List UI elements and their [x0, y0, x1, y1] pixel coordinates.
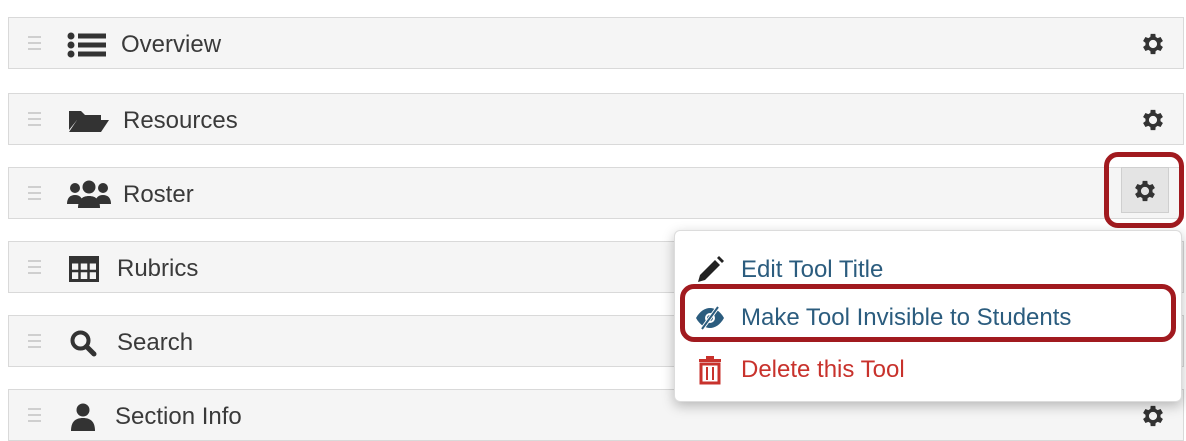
tool-label: Rubrics [117, 255, 199, 282]
tool-label: Overview [121, 31, 222, 58]
search-icon [70, 330, 97, 357]
users-icon [67, 180, 111, 208]
drag-handle-icon[interactable] [28, 408, 41, 422]
pencil-icon [698, 256, 724, 282]
drag-handle-icon[interactable] [28, 334, 41, 348]
tool-row-resources[interactable]: Resources [8, 93, 1184, 145]
tool-label: Resources [123, 107, 238, 134]
menu-item-label: Delete this Tool [741, 356, 905, 383]
roster-gear-button[interactable] [1121, 167, 1169, 213]
tool-row-overview[interactable]: Overview [8, 17, 1184, 69]
roster-gear-highlight [1104, 152, 1184, 228]
make-invisible-highlight [680, 284, 1176, 342]
drag-handle-icon[interactable] [28, 186, 41, 200]
gear-icon[interactable] [1139, 106, 1167, 134]
gear-icon[interactable] [1139, 30, 1167, 58]
tool-label: Search [117, 329, 194, 356]
gear-icon[interactable] [1131, 177, 1159, 205]
menu-item-delete-tool[interactable]: Delete this Tool [689, 349, 1169, 389]
drag-handle-icon[interactable] [28, 36, 41, 50]
drag-handle-icon[interactable] [28, 260, 41, 274]
tool-label: Roster [123, 181, 194, 208]
menu-item-label: Edit Tool Title [741, 256, 884, 283]
drag-handle-icon[interactable] [28, 112, 41, 126]
folder-open-icon [69, 111, 109, 132]
trash-icon [699, 356, 721, 385]
table-icon [69, 256, 99, 282]
tool-label: Section Info [115, 403, 242, 430]
menu-item-edit-title[interactable]: Edit Tool Title [689, 249, 1169, 289]
tool-row-roster[interactable]: Roster [8, 167, 1184, 219]
list-icon [67, 32, 106, 58]
gear-icon[interactable] [1139, 402, 1167, 430]
user-icon [71, 403, 95, 431]
